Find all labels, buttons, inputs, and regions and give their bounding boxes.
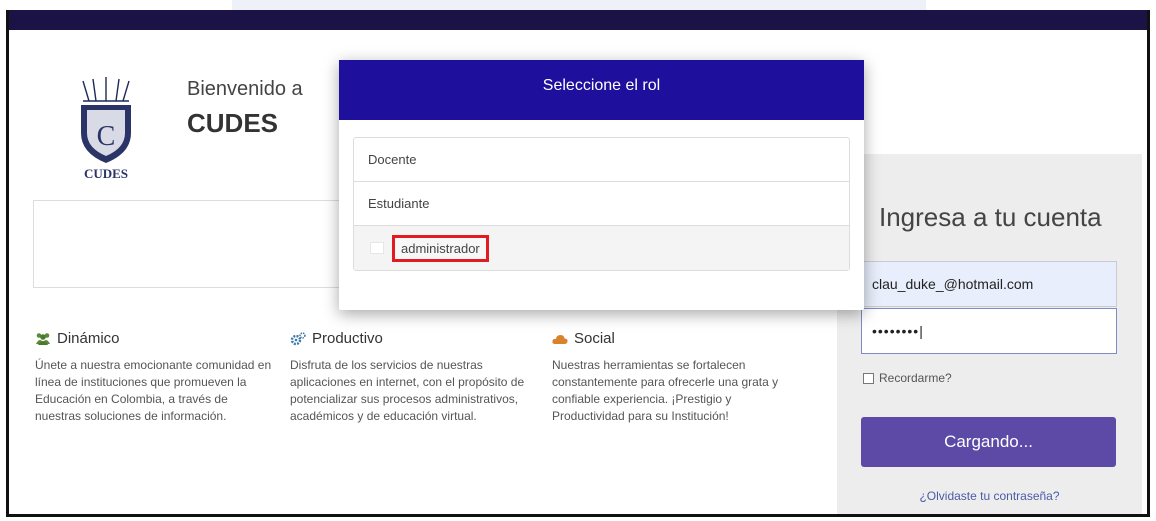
- feature-title: Social: [574, 330, 615, 347]
- login-panel: Ingresa a tu cuenta clau_duke_@hotmail.c…: [837, 154, 1142, 514]
- feature-title: Dinámico: [57, 330, 120, 347]
- cloud-icon: [552, 332, 568, 346]
- cogs-icon: [290, 331, 306, 346]
- feature-title: Productivo: [312, 330, 383, 347]
- modal-title: Seleccione el rol: [339, 60, 864, 120]
- feature-text: Únete a nuestra emocionante comunidad en…: [35, 358, 272, 423]
- cudes-logo: C CUDES: [69, 75, 144, 185]
- top-fade: [232, 0, 926, 10]
- browser-frame: C CUDES Bienvenido a CUDES Dinámico Únet…: [6, 10, 1150, 517]
- top-bar: [9, 10, 1147, 30]
- feature-social: Social Nuestras herramientas se fortalec…: [552, 330, 797, 425]
- logo-text: CUDES: [84, 166, 128, 181]
- role-icon: [370, 242, 384, 254]
- feature-productivo: Productivo Disfruta de los servicios de …: [290, 330, 525, 425]
- remember-checkbox[interactable]: [863, 372, 874, 384]
- users-icon: [35, 332, 51, 346]
- page: C CUDES Bienvenido a CUDES Dinámico Únet…: [9, 30, 1147, 514]
- password-field[interactable]: ••••••••|: [861, 308, 1117, 354]
- role-label-highlighted: administrador: [392, 234, 489, 262]
- role-option-docente[interactable]: Docente: [354, 138, 849, 182]
- feature-dinamico: Dinámico Únete a nuestra emocionante com…: [35, 330, 275, 425]
- welcome-text: Bienvenido a: [187, 78, 303, 100]
- email-field[interactable]: clau_duke_@hotmail.com: [861, 261, 1117, 307]
- svg-text:C: C: [97, 121, 116, 152]
- feature-text: Nuestras herramientas se fortalecen cons…: [552, 358, 779, 423]
- role-modal: Seleccione el rol Docente Estudiante adm…: [339, 60, 864, 310]
- forgot-password-link[interactable]: ¿Olvidaste tu contraseña?: [837, 489, 1142, 503]
- brand-name: CUDES: [187, 108, 279, 138]
- login-title: Ingresa a tu cuenta: [879, 202, 1102, 232]
- role-list: Docente Estudiante administrador: [353, 137, 850, 271]
- login-button[interactable]: Cargando...: [861, 417, 1116, 467]
- role-option-administrador[interactable]: administrador: [354, 226, 849, 270]
- remember-label: Recordarme?: [879, 371, 952, 385]
- role-option-estudiante[interactable]: Estudiante: [354, 182, 849, 226]
- feature-text: Disfruta de los servicios de nuestras ap…: [290, 358, 525, 423]
- remember-me[interactable]: Recordarme?: [863, 371, 952, 385]
